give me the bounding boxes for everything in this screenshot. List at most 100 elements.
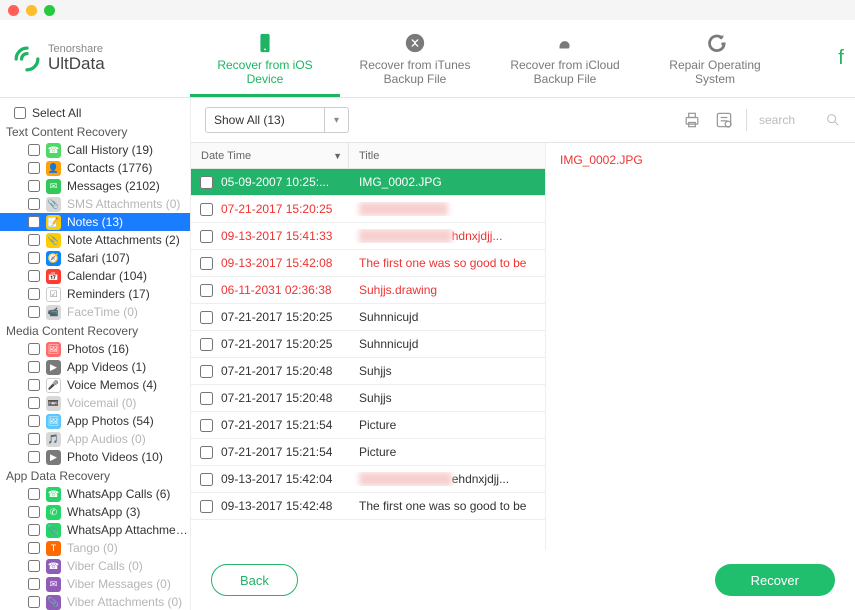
sidebar-item[interactable]: ✆WhatsApp (3) bbox=[0, 503, 190, 521]
sidebar-item-checkbox[interactable] bbox=[28, 433, 40, 445]
sidebar-item-label: WhatsApp Attachmen... bbox=[67, 523, 190, 537]
table-row[interactable]: 09-13-2017 15:42:08The first one was so … bbox=[191, 250, 545, 277]
row-checkbox[interactable] bbox=[200, 392, 213, 405]
sidebar-item[interactable]: 📎Note Attachments (2) bbox=[0, 231, 190, 249]
tab-3[interactable]: Repair Operating System bbox=[640, 20, 790, 97]
sidebar-item[interactable]: 🧭Safari (107) bbox=[0, 249, 190, 267]
table-row[interactable]: 07-21-2017 15:21:54Picture bbox=[191, 412, 545, 439]
zoom-window-icon[interactable] bbox=[44, 5, 55, 16]
sidebar-item-checkbox[interactable] bbox=[28, 234, 40, 246]
recover-button[interactable]: Recover bbox=[715, 564, 835, 596]
row-checkbox[interactable] bbox=[200, 500, 213, 513]
row-checkbox[interactable] bbox=[200, 284, 213, 297]
column-datetime[interactable]: Date Time ▼ bbox=[191, 143, 349, 168]
sidebar-item-checkbox[interactable] bbox=[28, 415, 40, 427]
sidebar-item-checkbox[interactable] bbox=[28, 379, 40, 391]
table-row[interactable]: 05-09-2007 10:25:...IMG_0002.JPG bbox=[191, 169, 545, 196]
table-row[interactable]: 07-21-2017 15:20:25hidden text seg bbox=[191, 196, 545, 223]
sidebar-item[interactable]: ▶App Videos (1) bbox=[0, 358, 190, 376]
facebook-icon[interactable]: f bbox=[827, 47, 855, 70]
sidebar-item-checkbox[interactable] bbox=[28, 144, 40, 156]
row-checkbox[interactable] bbox=[200, 419, 213, 432]
filter-select[interactable]: Show All (13) bbox=[205, 107, 325, 133]
tab-2[interactable]: Recover from iCloud Backup File bbox=[490, 20, 640, 97]
table-row[interactable]: 06-11-2031 02:36:38Suhjjs.drawing bbox=[191, 277, 545, 304]
sidebar-item[interactable]: 📅Calendar (104) bbox=[0, 267, 190, 285]
back-button[interactable]: Back bbox=[211, 564, 298, 596]
sidebar-item-checkbox[interactable] bbox=[28, 198, 40, 210]
row-date: 07-21-2017 15:21:54 bbox=[221, 445, 349, 459]
brand-line2: UltData bbox=[48, 55, 105, 74]
filter-dropdown-button[interactable]: ▾ bbox=[325, 107, 349, 133]
sidebar-item-checkbox[interactable] bbox=[28, 524, 40, 536]
sidebar-item-checkbox[interactable] bbox=[28, 542, 40, 554]
row-checkbox[interactable] bbox=[200, 338, 213, 351]
sidebar-item-checkbox[interactable] bbox=[28, 451, 40, 463]
sidebar-item-checkbox[interactable] bbox=[28, 306, 40, 318]
row-checkbox[interactable] bbox=[200, 203, 213, 216]
sidebar-item[interactable]: 🖼Photos (16) bbox=[0, 340, 190, 358]
table-row[interactable]: 07-21-2017 15:20:48Suhjjs bbox=[191, 385, 545, 412]
row-checkbox[interactable] bbox=[200, 311, 213, 324]
sidebar-item-checkbox[interactable] bbox=[28, 361, 40, 373]
results-table: Date Time ▼ Title 05-09-2007 10:25:...IM… bbox=[191, 142, 545, 550]
sidebar-item[interactable]: ☎Call History (19) bbox=[0, 141, 190, 159]
sidebar-item[interactable]: 📎SMS Attachments (0) bbox=[0, 195, 190, 213]
table-row[interactable]: 09-13-2017 15:41:33hidden prefix txthdnx… bbox=[191, 223, 545, 250]
sidebar-item[interactable]: 📎WhatsApp Attachmen... bbox=[0, 521, 190, 539]
table-row[interactable]: 09-13-2017 15:42:04hidden prefix txtehdn… bbox=[191, 466, 545, 493]
sidebar-item[interactable]: TTango (0) bbox=[0, 539, 190, 557]
sidebar-item-checkbox[interactable] bbox=[28, 252, 40, 264]
sidebar-item-checkbox[interactable] bbox=[28, 180, 40, 192]
select-all-row[interactable]: Select All bbox=[0, 104, 190, 122]
sidebar-item[interactable]: 📹FaceTime (0) bbox=[0, 303, 190, 321]
sidebar-item[interactable]: ▶Photo Videos (10) bbox=[0, 448, 190, 466]
table-row[interactable]: 07-21-2017 15:20:25Suhnnicujd bbox=[191, 304, 545, 331]
sidebar-item-checkbox[interactable] bbox=[28, 560, 40, 572]
sidebar-item-checkbox[interactable] bbox=[28, 596, 40, 608]
sidebar-item[interactable]: 👤Contacts (1776) bbox=[0, 159, 190, 177]
sidebar-item-checkbox[interactable] bbox=[28, 578, 40, 590]
sidebar-item-checkbox[interactable] bbox=[28, 270, 40, 282]
sidebar-item-checkbox[interactable] bbox=[28, 343, 40, 355]
sidebar-item[interactable]: ☎WhatsApp Calls (6) bbox=[0, 485, 190, 503]
row-checkbox[interactable] bbox=[200, 446, 213, 459]
sidebar-item[interactable]: 📝Notes (13) bbox=[0, 213, 190, 231]
sidebar-item[interactable]: ✉Viber Messages (0) bbox=[0, 575, 190, 593]
table-row[interactable]: 07-21-2017 15:20:48Suhjjs bbox=[191, 358, 545, 385]
sidebar-item-checkbox[interactable] bbox=[28, 488, 40, 500]
sidebar-item[interactable]: 📼Voicemail (0) bbox=[0, 394, 190, 412]
sidebar-item-icon: 👤 bbox=[46, 161, 61, 176]
tab-1[interactable]: Recover from iTunes Backup File bbox=[340, 20, 490, 97]
sidebar-item[interactable]: 🎵App Audios (0) bbox=[0, 430, 190, 448]
table-row[interactable]: 09-13-2017 15:42:48The first one was so … bbox=[191, 493, 545, 520]
sidebar-item[interactable]: ☎Viber Calls (0) bbox=[0, 557, 190, 575]
sidebar-item-checkbox[interactable] bbox=[28, 397, 40, 409]
sidebar-item[interactable]: 🎤Voice Memos (4) bbox=[0, 376, 190, 394]
sidebar-item-checkbox[interactable] bbox=[28, 288, 40, 300]
minimize-window-icon[interactable] bbox=[26, 5, 37, 16]
table-row[interactable]: 07-21-2017 15:21:54Picture bbox=[191, 439, 545, 466]
row-title: Suhjjs bbox=[349, 364, 545, 378]
close-window-icon[interactable] bbox=[8, 5, 19, 16]
sidebar-item[interactable]: ☑Reminders (17) bbox=[0, 285, 190, 303]
settings-list-icon[interactable] bbox=[714, 110, 734, 130]
row-checkbox[interactable] bbox=[200, 176, 213, 189]
row-checkbox[interactable] bbox=[200, 257, 213, 270]
sidebar-item-checkbox[interactable] bbox=[28, 216, 40, 228]
sidebar-item[interactable]: 🖼App Photos (54) bbox=[0, 412, 190, 430]
tab-0[interactable]: Recover from iOS Device bbox=[190, 20, 340, 97]
row-checkbox[interactable] bbox=[200, 230, 213, 243]
select-all-checkbox[interactable] bbox=[14, 107, 26, 119]
row-checkbox[interactable] bbox=[200, 365, 213, 378]
sidebar-item-icon: ☎ bbox=[46, 559, 61, 574]
row-checkbox[interactable] bbox=[200, 473, 213, 486]
print-icon[interactable] bbox=[682, 110, 702, 130]
sidebar-item-checkbox[interactable] bbox=[28, 162, 40, 174]
table-row[interactable]: 07-21-2017 15:20:25Suhnnicujd bbox=[191, 331, 545, 358]
sidebar-item-checkbox[interactable] bbox=[28, 506, 40, 518]
sidebar-item[interactable]: ✉Messages (2102) bbox=[0, 177, 190, 195]
column-title[interactable]: Title bbox=[349, 150, 545, 162]
search-box[interactable]: search bbox=[759, 112, 841, 128]
sidebar-item[interactable]: 📎Viber Attachments (0) bbox=[0, 593, 190, 610]
